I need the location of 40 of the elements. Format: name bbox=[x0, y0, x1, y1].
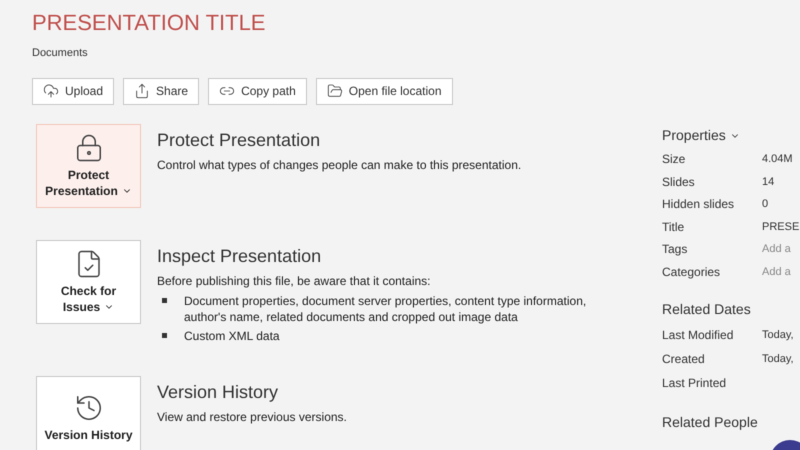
action-button[interactable]: Upload bbox=[32, 78, 114, 104]
file-location: Documents bbox=[32, 46, 89, 61]
bullet-icon bbox=[162, 298, 167, 302]
property-label: Tags bbox=[662, 242, 688, 256]
section-button[interactable]: Check for Issues bbox=[36, 240, 141, 324]
property-label: Size bbox=[662, 152, 686, 166]
property-label: Categories bbox=[662, 264, 722, 278]
action-button[interactable]: Share bbox=[123, 78, 200, 104]
section-heading: Related Dates bbox=[662, 300, 751, 318]
properties-heading[interactable]: Properties bbox=[662, 125, 800, 146]
section-button[interactable]: Version History bbox=[36, 376, 141, 450]
section-description: Control what types of changes people can make to this presentation. bbox=[157, 156, 522, 174]
section-button[interactable]: Protect Presentation bbox=[36, 124, 141, 208]
action-button[interactable]: Open file location bbox=[316, 78, 452, 104]
property-value: PRESE bbox=[762, 220, 800, 234]
share-icon bbox=[134, 83, 150, 99]
section-heading: Related People bbox=[662, 412, 758, 432]
property-value: Today, bbox=[762, 328, 794, 342]
property-label: Created bbox=[662, 352, 706, 366]
property-value: Today, bbox=[762, 352, 794, 366]
property-label: Title bbox=[662, 220, 686, 234]
section-description: View and restore previous versions. bbox=[157, 408, 347, 426]
property-value: 0 bbox=[762, 197, 768, 211]
section-heading: Protect Presentation bbox=[157, 128, 322, 152]
property-label: Last Modified bbox=[662, 328, 734, 342]
property-value: 14 bbox=[762, 174, 774, 188]
property-label: Hidden slides bbox=[662, 197, 736, 211]
bullet-icon bbox=[162, 332, 167, 338]
property-label: Last Printed bbox=[662, 376, 728, 390]
action-button[interactable]: Copy path bbox=[208, 78, 307, 104]
section-description: Before publishing this file, be aware that it contains: bbox=[157, 272, 432, 290]
presentation-title: PRESENTATION TITLE bbox=[32, 9, 266, 37]
section-heading: Version History bbox=[157, 380, 280, 404]
section-heading: Inspect Presentation bbox=[157, 244, 322, 268]
property-value: 4.04M bbox=[762, 152, 793, 166]
bullet-text: Custom XML data bbox=[184, 328, 281, 344]
folder-icon bbox=[326, 83, 343, 99]
bullet-text: Document properties, document server properties, content type information, author's name, related documents and cropped out image data bbox=[184, 292, 588, 324]
property-label: Slides bbox=[662, 174, 696, 188]
cloud-upload-icon bbox=[43, 83, 59, 99]
